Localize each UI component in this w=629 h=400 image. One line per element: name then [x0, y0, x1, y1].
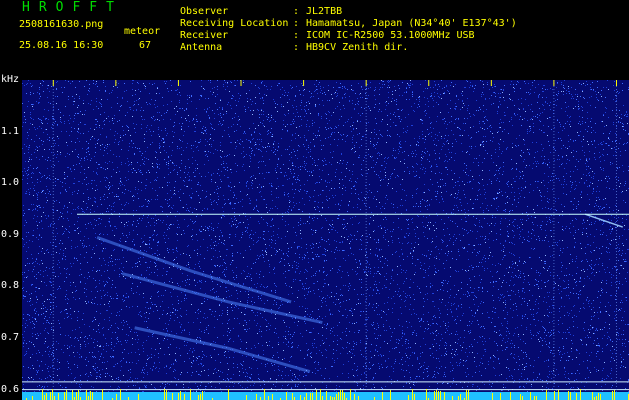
receiver-value: ICOM IC-R2500 53.1000MHz USB: [306, 30, 475, 41]
location-value: Hamamatsu, Japan (N34°40' E137°43'): [306, 18, 517, 29]
y-tick-label: 0.9: [1, 228, 20, 240]
file-name: 2508161630.png: [19, 19, 104, 30]
meteor-count: 67: [139, 40, 152, 51]
meteor-trail: [134, 326, 311, 374]
colon-1: :: [293, 6, 300, 17]
colon-3: :: [293, 30, 300, 41]
brand-title: HROFFT: [22, 0, 123, 15]
noise-speckle-1: [22, 80, 629, 400]
date-time: 25.08.16 16:30: [19, 40, 104, 51]
noise-layer: [22, 80, 629, 400]
antenna-value: HB9CV Zenith dir.: [306, 42, 409, 53]
y-tick-label: 1.0: [1, 177, 20, 189]
location-label: Receiving Location: [180, 18, 289, 29]
spectrogram-svg: [22, 80, 629, 400]
y-tick-label: 0.8: [1, 280, 20, 292]
y-tick-label: 0.7: [1, 332, 20, 344]
observer-label: Observer: [180, 6, 229, 17]
antenna-label: Antenna: [180, 42, 223, 53]
colon-2: :: [293, 18, 300, 29]
y-tick-label: 0.6: [1, 383, 20, 395]
spectrogram-plot: [22, 80, 629, 400]
y-tick-label: 1.1: [1, 125, 20, 137]
mode-label: meteor: [124, 26, 161, 37]
observer-value: JL2TBB: [306, 6, 343, 17]
receiver-label: Receiver: [180, 30, 229, 41]
y-axis-label: kHz: [1, 74, 20, 85]
level-band: [22, 392, 629, 400]
colon-4: :: [293, 42, 300, 53]
